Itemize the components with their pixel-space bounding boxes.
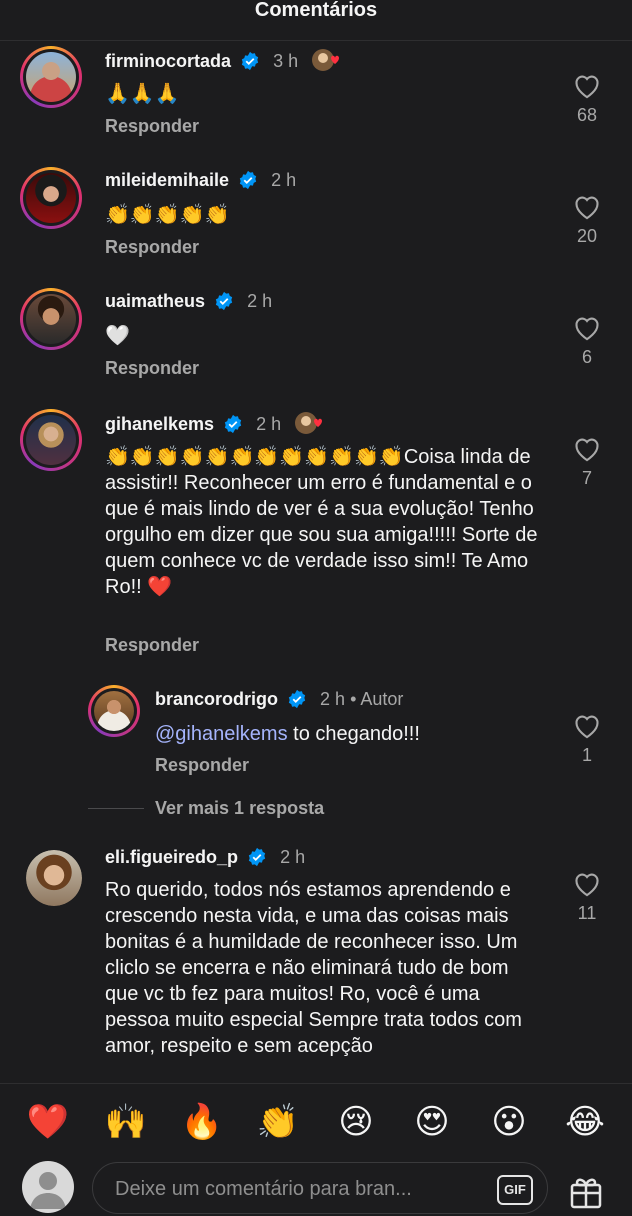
gift-button[interactable] bbox=[566, 1171, 606, 1211]
divider bbox=[88, 808, 144, 809]
comment-text: 👏👏👏👏👏👏👏👏👏👏👏👏Coisa linda de assistir!! Re… bbox=[105, 446, 538, 598]
emoji-raised-hands-button[interactable]: 🙌 bbox=[101, 1102, 151, 1142]
comment-text: Ro querido, todos nós estamos aprendendo… bbox=[105, 879, 522, 1057]
comment-input[interactable] bbox=[113, 1173, 477, 1205]
comment-meta: uaimatheus 2 h bbox=[105, 290, 272, 312]
comment-time: 2 h bbox=[271, 170, 297, 190]
mention-link[interactable]: @gihanelkems bbox=[155, 723, 288, 745]
avatar[interactable] bbox=[22, 1161, 74, 1213]
reply-button[interactable]: Responder bbox=[105, 358, 199, 379]
quick-reactions-bar: ❤️ 🙌 🔥 👏 😢 😍 😮 😂 bbox=[0, 1083, 632, 1158]
comment-text: 👏👏👏👏👏 bbox=[105, 204, 230, 226]
heart-icon bbox=[575, 196, 599, 220]
comment-text: 🙏🙏🙏 bbox=[105, 83, 180, 105]
username[interactable]: eli.figueiredo_p bbox=[105, 847, 238, 867]
heart-icon bbox=[575, 438, 599, 462]
emoji-heart-button[interactable]: ❤️ bbox=[23, 1102, 73, 1142]
comment-meta: eli.figueiredo_p 2 h bbox=[105, 846, 305, 868]
emoji-fire-button[interactable]: 🔥 bbox=[177, 1102, 227, 1142]
comment-composer: GIF bbox=[0, 1157, 632, 1214]
comment-text: @gihanelkems to chegando!!! bbox=[155, 721, 420, 747]
reply-button[interactable]: Responder bbox=[155, 755, 249, 776]
emoji-laughing-button[interactable]: 😂 bbox=[560, 1102, 610, 1142]
gift-icon bbox=[570, 1178, 602, 1209]
like-button[interactable]: 1 bbox=[567, 713, 607, 766]
like-count: 20 bbox=[576, 226, 598, 246]
comments-header: Comentários bbox=[0, 0, 632, 41]
comment-time: 2 h bbox=[247, 291, 273, 311]
author-reaction bbox=[294, 411, 328, 435]
comment-time: 2 h bbox=[320, 689, 346, 709]
verified-badge-icon bbox=[224, 414, 242, 434]
emoji-crying-button[interactable]: 😢 bbox=[331, 1102, 381, 1142]
verified-badge-icon bbox=[239, 170, 257, 190]
heart-icon bbox=[575, 715, 599, 739]
username[interactable]: mileidemihaile bbox=[105, 170, 229, 190]
comment-meta: brancorodrigo 2 h • Autor bbox=[155, 688, 403, 710]
verified-badge-icon bbox=[241, 51, 259, 71]
comment-time: 2 h bbox=[256, 414, 282, 434]
username[interactable]: brancorodrigo bbox=[155, 689, 278, 709]
reply-button[interactable]: Responder bbox=[105, 635, 199, 656]
emoji-heart-eyes-button[interactable]: 😍 bbox=[407, 1102, 457, 1142]
like-count: 68 bbox=[576, 105, 598, 125]
heart-icon bbox=[575, 75, 599, 99]
username[interactable]: uaimatheus bbox=[105, 291, 205, 311]
avatar[interactable] bbox=[20, 288, 82, 350]
avatar[interactable] bbox=[88, 685, 140, 737]
gif-button[interactable]: GIF bbox=[497, 1175, 533, 1205]
like-button[interactable]: 6 bbox=[567, 315, 607, 368]
comment-meta: mileidemihaile 2 h bbox=[105, 169, 296, 191]
page-title: Comentários bbox=[254, 0, 378, 21]
like-count: 7 bbox=[581, 468, 592, 488]
avatar[interactable] bbox=[20, 409, 82, 471]
avatar[interactable] bbox=[26, 850, 82, 906]
like-button[interactable]: 11 bbox=[567, 871, 607, 924]
comment-meta: gihanelkems 2 h bbox=[105, 411, 328, 435]
default-avatar-icon bbox=[30, 1172, 66, 1209]
heart-icon bbox=[575, 873, 599, 897]
comment-time: 3 h bbox=[273, 51, 299, 71]
username[interactable]: firminocortada bbox=[105, 51, 231, 71]
like-count: 11 bbox=[577, 903, 597, 923]
like-count: 1 bbox=[581, 745, 592, 765]
username[interactable]: gihanelkems bbox=[105, 414, 214, 434]
emoji-surprised-button[interactable]: 😮 bbox=[484, 1102, 534, 1142]
heart-icon bbox=[575, 317, 599, 341]
emoji-clap-button[interactable]: 👏 bbox=[253, 1102, 303, 1142]
verified-badge-icon bbox=[288, 689, 306, 709]
avatar[interactable] bbox=[20, 46, 82, 108]
comment-input-box[interactable]: GIF bbox=[92, 1162, 548, 1214]
reply-button[interactable]: Responder bbox=[105, 237, 199, 258]
like-button[interactable]: 68 bbox=[567, 73, 607, 126]
author-reaction bbox=[311, 48, 345, 72]
comments-list[interactable]: firminocortada 3 h 🙏🙏🙏 Responder 68 mile… bbox=[0, 40, 632, 1083]
like-count: 6 bbox=[581, 347, 592, 367]
avatar[interactable] bbox=[20, 167, 82, 229]
see-more-replies-button[interactable]: Ver mais 1 resposta bbox=[155, 798, 324, 819]
like-button[interactable]: 7 bbox=[567, 436, 607, 489]
reply-text: to chegando!!! bbox=[287, 723, 420, 745]
verified-badge-icon bbox=[248, 847, 266, 867]
comment-text: 🤍 bbox=[105, 325, 130, 347]
reply-button[interactable]: Responder bbox=[105, 116, 199, 137]
like-button[interactable]: 20 bbox=[567, 194, 607, 247]
comment-time: 2 h bbox=[280, 847, 306, 867]
author-label: • Autor bbox=[350, 689, 404, 709]
comment-meta: firminocortada 3 h bbox=[105, 48, 345, 72]
verified-badge-icon bbox=[215, 291, 233, 311]
